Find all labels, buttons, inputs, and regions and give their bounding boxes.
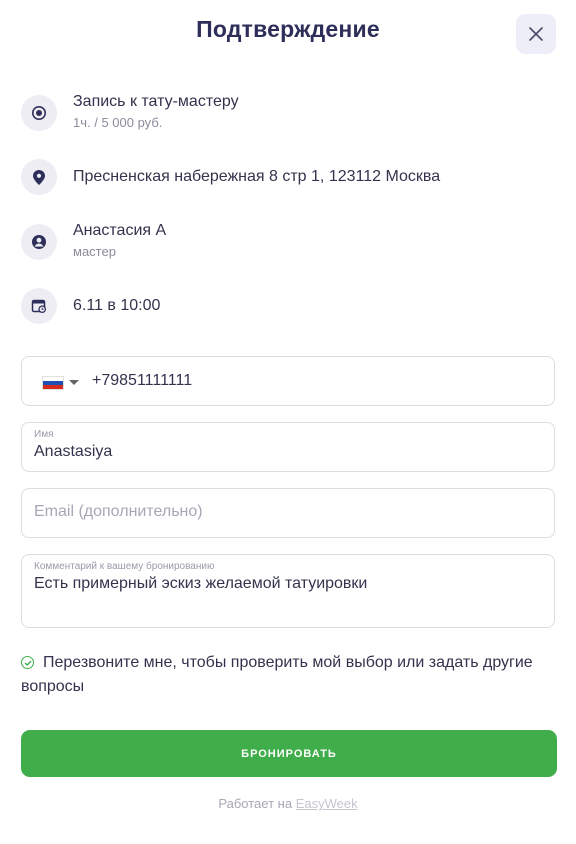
booking-datetime: 6.11 в 10:00 [73, 297, 161, 314]
service-title: Запись к тату-мастеру [73, 93, 239, 110]
map-pin-icon [21, 159, 57, 195]
service-details: 1ч. / 5 000 руб. [73, 115, 163, 130]
russia-flag-icon[interactable] [42, 376, 64, 390]
callback-option[interactable]: Перезвоните мне, чтобы проверить мой выб… [21, 651, 541, 699]
master-role: мастер [73, 244, 116, 259]
close-icon [529, 27, 543, 41]
phone-field[interactable]: +79851111111 [21, 356, 555, 406]
powered-by: Работает на EasyWeek [0, 796, 576, 811]
comment-textarea[interactable]: Есть примерный эскиз желаемой татуировки [34, 575, 367, 593]
powered-by-text: Работает на [218, 796, 293, 811]
name-field[interactable]: Имя Anastasiya [21, 422, 555, 472]
phone-input[interactable]: +79851111111 [92, 372, 192, 390]
master-name: Анастасия А [73, 222, 167, 239]
name-label: Имя [34, 429, 54, 440]
name-input[interactable]: Anastasiya [34, 443, 112, 461]
location-address: Пресненская набережная 8 стр 1, 123112 М… [73, 168, 441, 185]
user-icon [21, 224, 57, 260]
easyweek-link[interactable]: EasyWeek [296, 796, 358, 811]
calendar-clock-icon [21, 288, 57, 324]
email-field[interactable]: Email (дополнительно) [21, 488, 555, 538]
callback-label: Перезвоните мне, чтобы проверить мой выб… [21, 654, 533, 695]
chevron-down-icon[interactable] [69, 380, 79, 385]
check-circle-icon[interactable] [21, 656, 34, 669]
close-button[interactable] [516, 14, 556, 54]
radio-target-icon [21, 95, 57, 131]
comment-field[interactable]: Комментарий к вашему бронированию Есть п… [21, 554, 555, 628]
email-input[interactable]: Email (дополнительно) [34, 503, 203, 521]
comment-label: Комментарий к вашему бронированию [34, 561, 215, 572]
page-title: Подтверждение [196, 16, 380, 42]
book-button[interactable]: БРОНИРОВАТЬ [21, 730, 557, 777]
